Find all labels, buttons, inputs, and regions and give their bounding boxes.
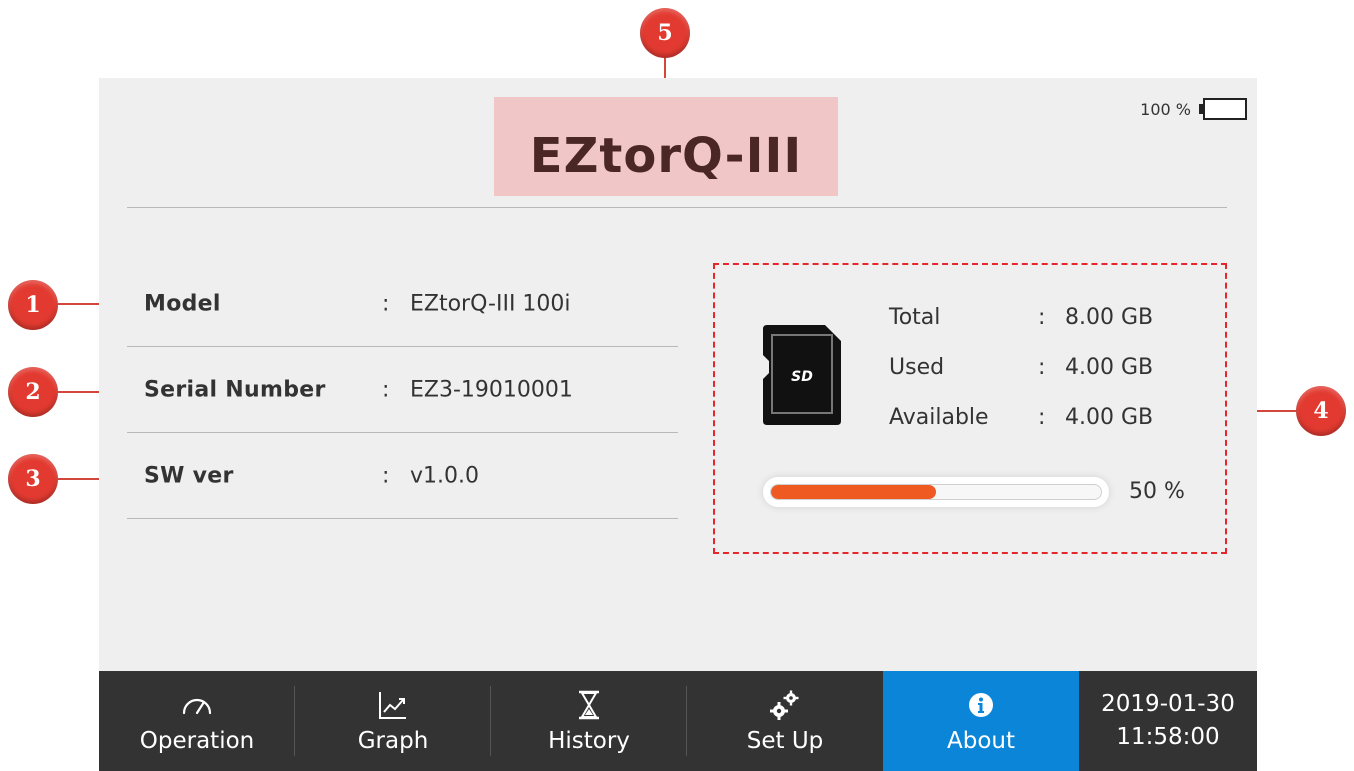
serial-number-colon: : — [382, 377, 390, 403]
line-chart-icon — [378, 688, 408, 722]
sw-version-label: SW ver — [144, 463, 234, 489]
hourglass-icon — [578, 688, 600, 722]
info-row-sw-version: SW ver : v1.0.0 — [127, 433, 678, 519]
nav-setup-label: Set Up — [746, 728, 824, 754]
nav-history-label: History — [548, 728, 630, 754]
storage-usage-percent: 50 % — [1129, 479, 1185, 504]
bottom-nav: Operation Graph History Set Up About 201… — [99, 671, 1257, 771]
info-row-model: Model : EZtorQ-III 100i — [127, 261, 678, 347]
datetime-display: 2019-01-30 11:58:00 — [1079, 671, 1257, 771]
available-label: Available — [889, 405, 989, 430]
nav-history[interactable]: History — [491, 671, 687, 771]
sd-card-icon: SD — [763, 325, 841, 425]
sw-version-colon: : — [382, 463, 390, 489]
callout-2: 2 — [8, 367, 58, 417]
model-value: EZtorQ-III 100i — [410, 291, 571, 317]
info-row-serial: Serial Number : EZ3-19010001 — [127, 347, 678, 433]
callout-3: 3 — [8, 454, 58, 504]
model-colon: : — [382, 291, 390, 317]
nav-about[interactable]: About — [883, 671, 1079, 771]
storage-usage-fill — [771, 485, 936, 499]
battery-percent: 100 % — [1140, 99, 1191, 119]
total-colon: : — [1038, 305, 1046, 330]
nav-about-label: About — [946, 728, 1015, 754]
nav-operation[interactable]: Operation — [99, 671, 295, 771]
battery-status: 100 % — [1140, 98, 1247, 120]
total-label: Total — [889, 305, 941, 330]
gauge-icon — [181, 688, 213, 722]
serial-number-label: Serial Number — [144, 377, 326, 403]
available-value: 4.00 GB — [1065, 405, 1154, 430]
title-highlight: EZtorQ-III — [494, 97, 838, 196]
model-label: Model — [144, 291, 221, 317]
serial-number-value: EZ3-19010001 — [410, 377, 573, 403]
used-colon: : — [1038, 355, 1046, 380]
available-colon: : — [1038, 405, 1046, 430]
used-label: Used — [889, 355, 945, 380]
gears-icon — [769, 688, 801, 722]
nav-graph[interactable]: Graph — [295, 671, 491, 771]
device-screen: EZtorQ-III 100 % Model : EZtorQ-III 100i… — [99, 78, 1257, 771]
storage-panel: SD Total : 8.00 GB Used : 4.00 GB Availa… — [713, 263, 1227, 554]
page-title: EZtorQ-III — [529, 127, 803, 184]
storage-usage-bar — [763, 477, 1109, 507]
used-value: 4.00 GB — [1065, 355, 1154, 380]
nav-setup[interactable]: Set Up — [687, 671, 883, 771]
callout-1: 1 — [8, 280, 58, 330]
title-divider — [127, 207, 1227, 208]
sw-version-value: v1.0.0 — [410, 463, 479, 489]
total-value: 8.00 GB — [1065, 305, 1154, 330]
nav-graph-label: Graph — [357, 728, 429, 754]
callout-4: 4 — [1296, 386, 1346, 436]
date-text: 2019-01-30 — [1101, 690, 1235, 717]
sd-logo-text: SD — [791, 369, 813, 385]
nav-operation-label: Operation — [139, 728, 255, 754]
battery-icon — [1199, 98, 1247, 120]
info-icon — [968, 688, 994, 722]
time-text: 11:58:00 — [1116, 724, 1220, 750]
callout-5: 5 — [640, 8, 690, 58]
